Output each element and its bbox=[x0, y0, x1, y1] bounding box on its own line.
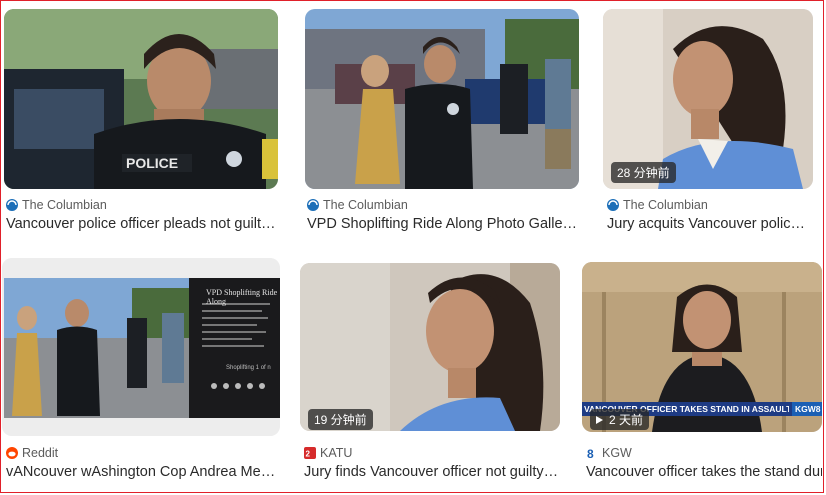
result-title[interactable]: Vancouver police officer pleads not guil… bbox=[6, 216, 278, 232]
the-columbian-logo-icon bbox=[307, 199, 319, 211]
svg-text:2: 2 bbox=[306, 450, 311, 459]
result-title[interactable]: vANcouver wAshington Cop Andrea Me… bbox=[6, 464, 280, 480]
source-name: Reddit bbox=[22, 446, 59, 460]
result-thumbnail[interactable] bbox=[305, 9, 579, 189]
result-source[interactable]: 2 KATU bbox=[304, 445, 352, 461]
overlay-caption: Shoplifting 1 of n bbox=[226, 365, 271, 371]
svg-text:8: 8 bbox=[587, 447, 594, 459]
time-badge: 28 分钟前 bbox=[611, 162, 676, 183]
result-thumbnail[interactable] bbox=[300, 263, 560, 431]
result-source[interactable]: The Columbian bbox=[607, 197, 708, 213]
result-source[interactable]: 8 KGW bbox=[586, 445, 632, 461]
the-columbian-logo-icon bbox=[607, 199, 619, 211]
source-name: KATU bbox=[320, 446, 353, 460]
time-badge: 19 分钟前 bbox=[308, 409, 373, 430]
svg-text:POLICE: POLICE bbox=[126, 155, 178, 171]
result-source[interactable]: The Columbian bbox=[6, 197, 107, 213]
video-duration-badge: 2 天前 bbox=[590, 409, 650, 430]
reddit-logo-icon bbox=[6, 447, 18, 459]
result-thumbnail[interactable]: POLICE bbox=[4, 9, 278, 189]
katu-logo-icon: 2 bbox=[304, 447, 316, 459]
result-source[interactable]: The Columbian bbox=[307, 197, 408, 213]
source-name: KGW bbox=[602, 446, 632, 460]
time-badge: 2 天前 bbox=[609, 413, 644, 427]
kgw-logo-icon: 8 bbox=[586, 447, 598, 461]
source-name: The Columbian bbox=[323, 198, 408, 212]
overlay-heading: VPD Shoplifting Ride Along bbox=[206, 288, 278, 306]
result-title[interactable]: Jury finds Vancouver officer not guilty… bbox=[304, 464, 560, 480]
the-columbian-logo-icon bbox=[6, 199, 18, 211]
source-name: The Columbian bbox=[22, 198, 107, 212]
result-thumbnail[interactable]: VPD Shoplifting Ride Along Shoplifting 1… bbox=[2, 258, 280, 436]
play-icon bbox=[596, 415, 603, 424]
result-title[interactable]: Jury acquits Vancouver polic… bbox=[607, 216, 813, 232]
result-title[interactable]: Vancouver officer takes the stand dur bbox=[586, 464, 822, 480]
result-title[interactable]: VPD Shoplifting Ride Along Photo Galler… bbox=[307, 216, 579, 232]
source-name: The Columbian bbox=[623, 198, 708, 212]
result-source[interactable]: Reddit bbox=[6, 445, 58, 461]
result-thumbnail[interactable]: VANCOUVER OFFICER TAKES STAND IN ASSAULT… bbox=[582, 262, 822, 432]
station-bug: KGW8 bbox=[795, 404, 821, 414]
